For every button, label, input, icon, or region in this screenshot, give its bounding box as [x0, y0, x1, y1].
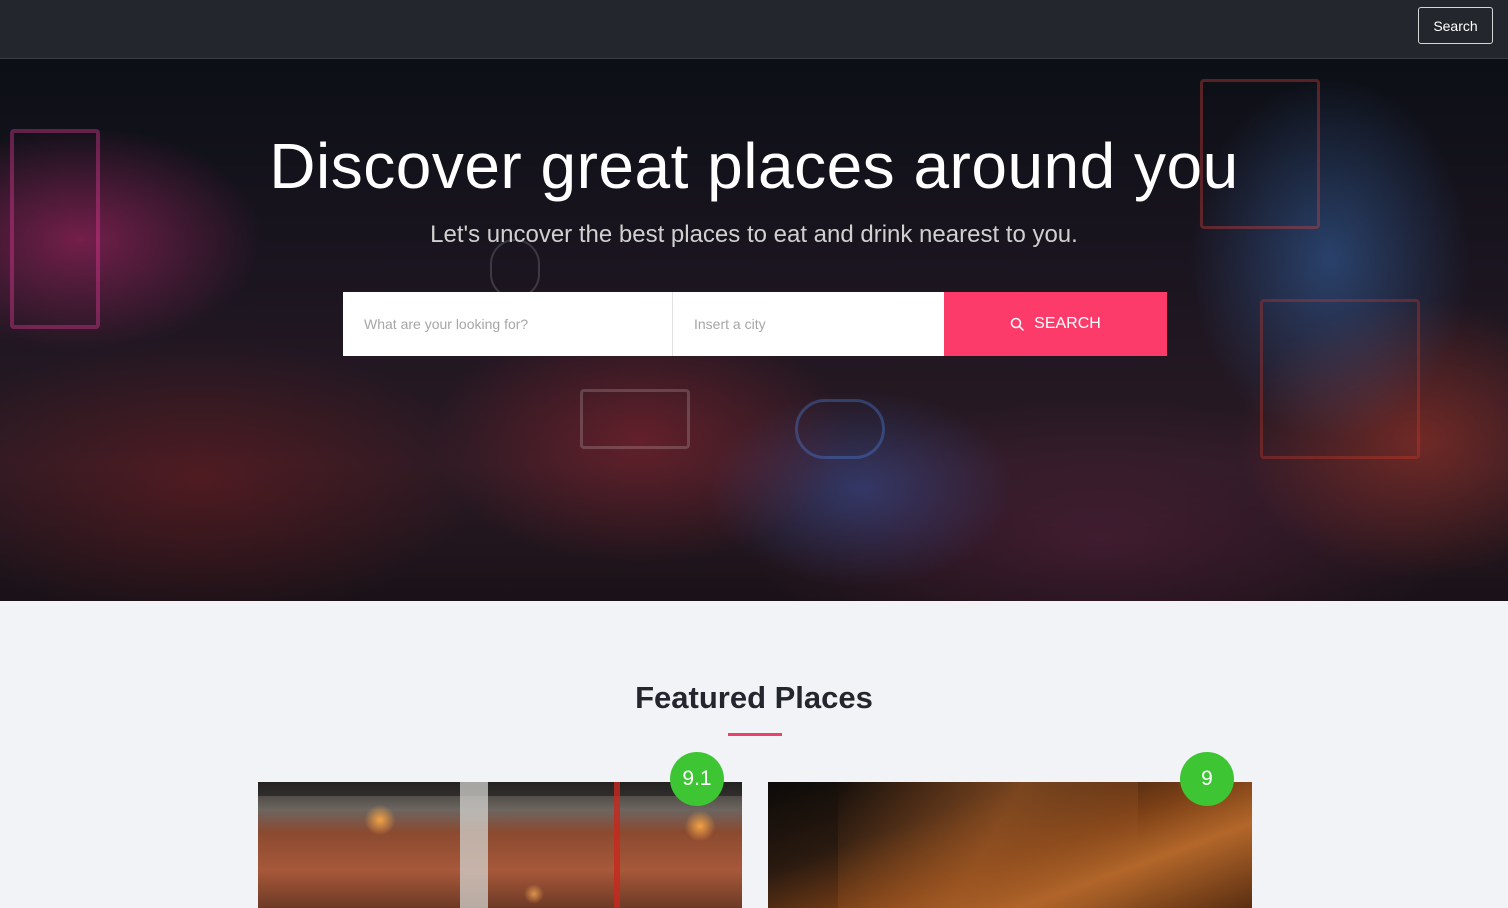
city-input[interactable] — [673, 292, 944, 356]
search-button-label: SEARCH — [1034, 315, 1101, 332]
pillar-decoration — [460, 782, 488, 908]
hero-subtitle: Let's uncover the best places to eat and… — [430, 221, 1078, 248]
search-icon — [1010, 317, 1024, 331]
rating-badge: 9 — [1180, 752, 1234, 806]
neon-sign-decoration — [795, 399, 885, 459]
search-submit-button[interactable]: SEARCH — [944, 292, 1167, 356]
featured-place-card[interactable] — [258, 782, 742, 908]
hero-banner: Discover great places around you Let's u… — [0, 59, 1508, 601]
ceiling-beam-decoration — [258, 782, 742, 796]
search-form: SEARCH — [343, 292, 1167, 356]
neon-sign-decoration — [580, 389, 690, 449]
title-underline — [728, 733, 782, 736]
navbar-search-button[interactable]: Search — [1418, 7, 1493, 44]
pipe-decoration — [614, 782, 620, 908]
neon-sign-decoration — [1260, 299, 1420, 459]
featured-places-title: Featured Places — [635, 680, 873, 715]
ceiling-panel-decoration — [838, 782, 1138, 908]
rating-badge: 9.1 — [670, 752, 724, 806]
featured-place-card[interactable] — [768, 782, 1252, 908]
hero-title: Discover great places around you — [269, 130, 1239, 202]
what-search-input[interactable] — [343, 292, 673, 356]
top-navbar: Search — [0, 0, 1508, 59]
